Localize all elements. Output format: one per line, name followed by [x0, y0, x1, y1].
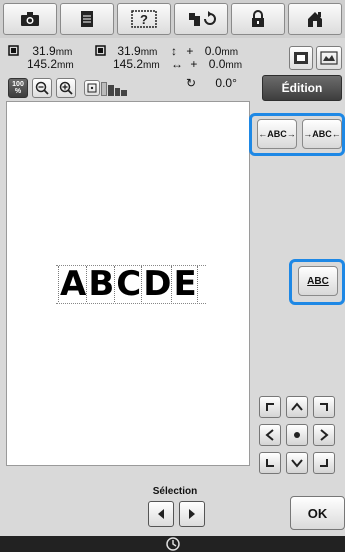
size-frame-icon — [8, 45, 19, 56]
size-unit: mm — [143, 60, 160, 71]
zoom-out-icon — [35, 81, 49, 95]
chevron-right-icon — [320, 429, 329, 441]
ok-button[interactable]: OK — [290, 496, 345, 530]
move-left-button[interactable] — [259, 424, 281, 446]
zoom-level-button[interactable]: 100 % — [8, 78, 28, 98]
corner-up-right-icon — [320, 403, 328, 411]
move-down-button[interactable] — [286, 452, 308, 474]
narrow-spacing-button[interactable]: →ABC← — [302, 119, 342, 149]
move-up-left-button[interactable] — [259, 396, 281, 418]
size-width-value: 31.9 — [32, 44, 56, 58]
hoop-icon — [87, 83, 97, 93]
move-up-right-button[interactable] — [313, 396, 335, 418]
pattern-letter: B — [88, 264, 116, 304]
corner-down-right-icon — [320, 459, 328, 467]
text-alignment-button[interactable]: ABC — [298, 266, 338, 296]
chevron-down-icon — [291, 459, 303, 468]
move-up-button[interactable] — [286, 396, 308, 418]
document-icon — [81, 11, 93, 27]
move-right-button[interactable] — [313, 424, 335, 446]
clock-icon[interactable] — [166, 537, 180, 551]
embroidery-rotate-button[interactable] — [174, 3, 228, 35]
help-icon: ? — [131, 10, 157, 28]
size-frame-icon — [95, 45, 106, 56]
home-icon — [308, 12, 322, 27]
pattern-letter: A — [58, 264, 88, 304]
size-height-value-2: 145.2 — [113, 57, 144, 71]
size-width-value-2: 31.9 — [117, 44, 141, 58]
horizontal-offset-readout: ↔ + 0.0mm — [171, 57, 242, 73]
embroidery-rotate-icon — [189, 11, 216, 26]
size-height-row-1: 145.2mm — [27, 57, 74, 73]
chevron-left-icon — [265, 429, 274, 441]
horizontal-arrows-icon: ↔ — [171, 57, 183, 71]
move-center-button[interactable] — [286, 424, 308, 446]
selection-next-button[interactable] — [179, 501, 205, 527]
preview-icon — [294, 52, 308, 64]
pattern-letter: C — [116, 264, 143, 304]
rotation-value: 0.0° — [215, 76, 237, 90]
edition-button[interactable]: Édition — [262, 75, 342, 101]
offset-v-sign: + — [186, 44, 194, 58]
lock-button[interactable] — [231, 3, 285, 35]
lock-icon — [252, 10, 264, 27]
chevron-up-icon — [291, 402, 303, 411]
camera-button[interactable] — [3, 3, 57, 35]
home-button[interactable] — [288, 3, 342, 35]
selection-label: Sélection — [152, 486, 198, 497]
move-down-left-button[interactable] — [259, 452, 281, 474]
vertical-arrows-icon: ↕ — [171, 44, 177, 58]
help-button[interactable]: ? — [117, 3, 171, 35]
corner-up-left-icon — [266, 403, 274, 411]
rotation-icon: ↻ — [186, 76, 197, 90]
document-button[interactable] — [60, 3, 114, 35]
pattern-letter: D — [143, 264, 173, 304]
hoop-button[interactable] — [84, 80, 100, 96]
image-button[interactable] — [316, 46, 342, 70]
move-down-right-button[interactable] — [313, 452, 335, 474]
offset-h-sign: + — [190, 57, 198, 71]
image-icon — [320, 51, 338, 65]
offset-unit: mm — [225, 60, 243, 71]
top-toolbar: ? — [0, 0, 345, 38]
zoom-in-icon — [59, 81, 73, 95]
size-height-value: 145.2 — [27, 57, 58, 71]
zoom-level-unit: % — [14, 88, 22, 95]
pattern-letter: E — [173, 264, 198, 304]
offset-v-value: 0.0 — [204, 44, 222, 58]
preview-button[interactable] — [289, 46, 313, 70]
size-height-row-2: 145.2mm — [113, 57, 160, 73]
zoom-level-value: 100 — [12, 81, 24, 88]
corner-down-left-icon — [266, 459, 274, 467]
camera-icon — [21, 12, 39, 26]
embroidery-text-pattern[interactable]: A B C D E — [58, 266, 198, 302]
status-bar — [0, 536, 345, 552]
hoop-size-icon[interactable] — [101, 80, 128, 96]
zoom-in-button[interactable] — [56, 78, 76, 98]
offset-h-value: 0.0 — [208, 57, 226, 71]
triangle-right-icon — [189, 509, 195, 519]
size-unit: mm — [57, 60, 74, 71]
zoom-out-button[interactable] — [32, 78, 52, 98]
selection-previous-button[interactable] — [148, 501, 174, 527]
triangle-left-icon — [158, 509, 164, 519]
center-dot-icon — [294, 432, 300, 438]
svg-text:?: ? — [140, 12, 148, 27]
wide-spacing-button[interactable]: ←ABC→ — [257, 119, 297, 149]
rotation-readout: ↻ 0.0° — [186, 76, 237, 90]
